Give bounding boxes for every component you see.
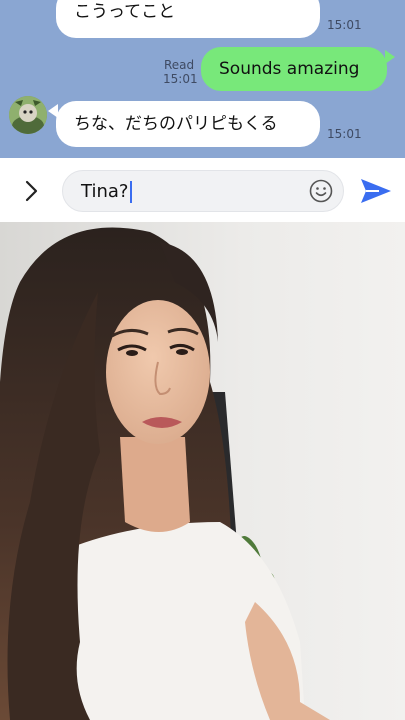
avatar-image: [9, 96, 47, 134]
text-caret: [130, 181, 133, 203]
bubble-tail: [385, 50, 395, 64]
outgoing-message-bubble[interactable]: Sounds amazing: [201, 47, 387, 91]
chevron-right-icon[interactable]: [18, 178, 44, 204]
incoming-message-bubble[interactable]: ちな、だちのパリピもくる: [56, 101, 320, 147]
video-frame: [0, 222, 405, 720]
incoming-message-bubble[interactable]: こうってこと: [56, 0, 320, 38]
smiley-icon[interactable]: [309, 179, 333, 203]
message-input[interactable]: Tina?: [62, 170, 344, 212]
message-time: 15:01: [327, 18, 362, 32]
message-composer: Tina?: [0, 158, 405, 222]
video-image: [0, 222, 405, 720]
send-icon[interactable]: [359, 177, 393, 205]
message-text: Sounds amazing: [219, 59, 360, 79]
message-text: こうってこと: [74, 2, 176, 22]
contact-avatar[interactable]: [9, 96, 47, 134]
message-time: 15:01: [327, 127, 362, 141]
message-text: ちな、だちのパリピもくる: [74, 114, 278, 134]
message-input-value: Tina?: [81, 181, 129, 202]
chat-area: こうってこと 15:01 Read 15:01 Sounds amazing ち…: [0, 0, 405, 158]
read-receipt: Read: [164, 58, 195, 72]
message-time: 15:01: [163, 72, 198, 86]
